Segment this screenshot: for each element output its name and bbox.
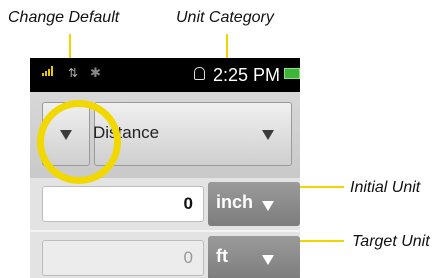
bluetooth-off-icon: ✱ bbox=[90, 65, 101, 80]
initial-unit-row: 0 inch bbox=[30, 178, 300, 230]
initial-unit-label: inch bbox=[216, 192, 254, 212]
chevron-down-icon bbox=[262, 255, 274, 265]
callout-change-default: Change Default bbox=[8, 9, 120, 26]
status-time: 2:25 PM bbox=[213, 65, 281, 85]
callout-initial-unit: Initial Unit bbox=[350, 179, 421, 196]
target-unit-label: ft bbox=[216, 246, 228, 266]
initial-unit-button[interactable]: inch bbox=[208, 182, 300, 226]
battery-icon bbox=[284, 68, 300, 79]
data-icon: ⇅ bbox=[68, 66, 79, 80]
alarm-icon bbox=[194, 67, 205, 80]
target-unit-row: 0 ft bbox=[30, 232, 300, 278]
target-value-field: 0 bbox=[42, 240, 204, 276]
chevron-down-icon bbox=[262, 201, 274, 211]
callout-unit-category: Unit Category bbox=[176, 9, 274, 26]
chevron-down-icon bbox=[262, 130, 274, 140]
highlight-circle bbox=[37, 100, 121, 184]
status-bar: ⇅ ✱ 2:25 PM bbox=[30, 58, 300, 92]
unit-category-dropdown[interactable]: Distance bbox=[93, 102, 292, 166]
callout-target-unit: Target Unit bbox=[352, 233, 430, 250]
target-unit-button[interactable]: ft bbox=[208, 236, 300, 278]
signal-icon bbox=[42, 66, 56, 84]
initial-value-input[interactable]: 0 bbox=[42, 186, 204, 222]
